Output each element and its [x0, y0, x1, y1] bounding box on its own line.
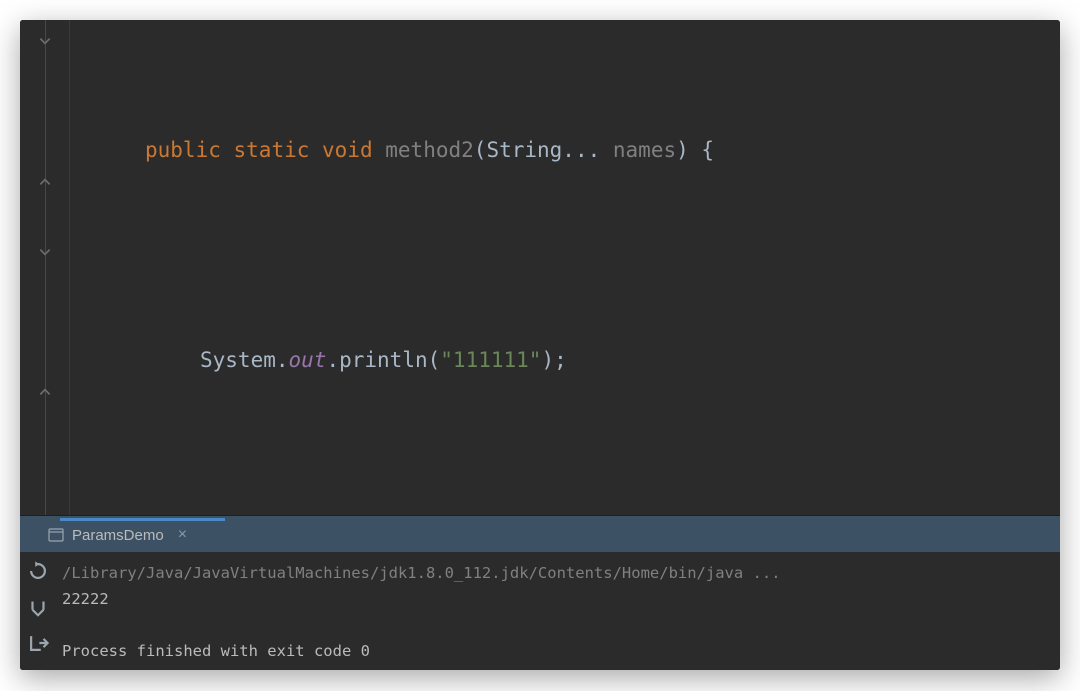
fold-marker-icon[interactable]	[38, 245, 52, 259]
run-side-toolbar	[20, 552, 56, 670]
console-stdout: 22222	[62, 590, 109, 608]
close-icon[interactable]: ×	[178, 526, 187, 544]
run-config-tab[interactable]: ParamsDemo ×	[40, 518, 195, 552]
editor-area[interactable]: public static void method2(String... nam…	[20, 20, 1060, 515]
application-icon	[48, 528, 64, 542]
run-panel: ParamsDemo × /Library/Java/JavaVirtualMa…	[20, 515, 1060, 670]
run-tabbar: ParamsDemo ×	[20, 516, 1060, 552]
code-line-blank	[90, 448, 1060, 483]
rerun-button[interactable]	[27, 560, 49, 582]
fold-end-icon[interactable]	[38, 385, 52, 399]
console-exit-message: Process finished with exit code 0	[62, 642, 370, 660]
fold-marker-icon[interactable]	[38, 34, 52, 48]
code-line: public static void method2(String... nam…	[90, 133, 1060, 168]
code-line-blank	[90, 238, 1060, 273]
console-output[interactable]: /Library/Java/JavaVirtualMachines/jdk1.8…	[56, 552, 1060, 670]
fold-end-icon[interactable]	[38, 175, 52, 189]
stop-down-button[interactable]	[27, 596, 49, 618]
console-command: /Library/Java/JavaVirtualMachines/jdk1.8…	[62, 564, 781, 582]
run-body: /Library/Java/JavaVirtualMachines/jdk1.8…	[20, 552, 1060, 670]
editor-gutter	[20, 20, 70, 515]
code-line: System.out.println("111111");	[90, 343, 1060, 378]
exit-button[interactable]	[27, 632, 49, 654]
active-tab-indicator	[60, 518, 225, 521]
code-pane[interactable]: public static void method2(String... nam…	[70, 20, 1060, 515]
run-tab-label: ParamsDemo	[72, 527, 164, 544]
ide-window: public static void method2(String... nam…	[20, 20, 1060, 670]
